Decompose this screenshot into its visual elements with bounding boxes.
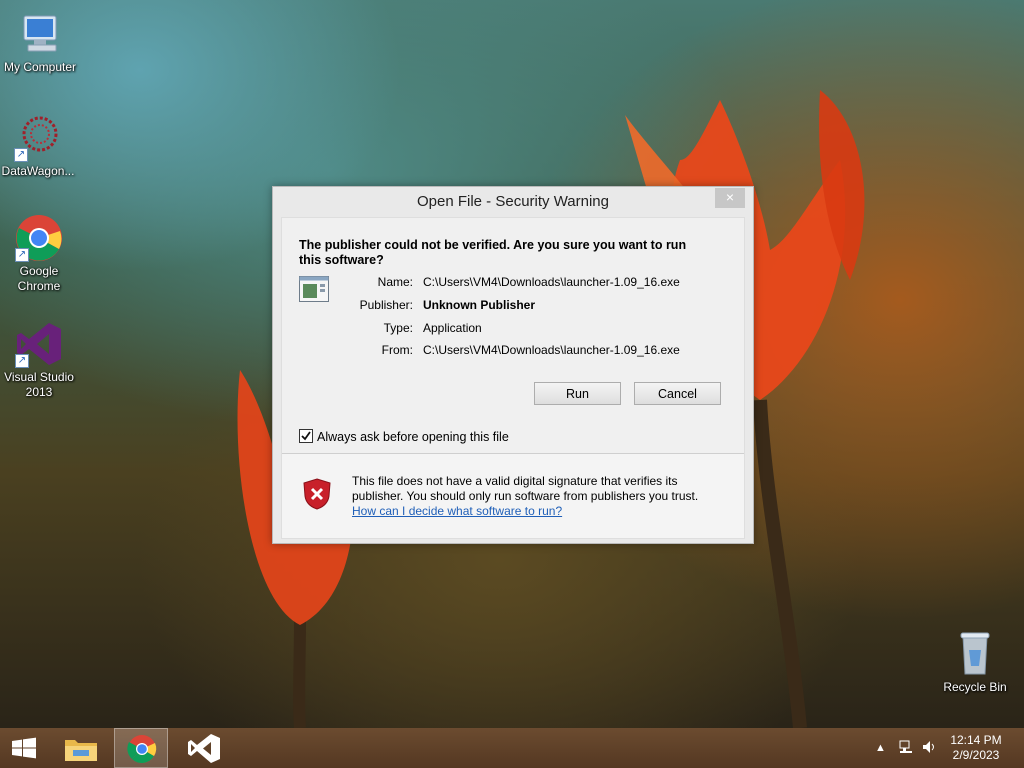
clock-date: 2/9/2023	[952, 748, 1000, 762]
security-warning-dialog: Open File - Security Warning × The publi…	[272, 186, 754, 544]
folder-icon	[65, 740, 97, 761]
desktop-icon-visual-studio[interactable]: ↗ Visual Studio 2013	[0, 320, 79, 400]
type-key: Type:	[383, 321, 413, 335]
dialog-title: Open File - Security Warning	[416, 193, 609, 210]
taskbar-file-explorer[interactable]	[58, 728, 104, 768]
run-button[interactable]: Run	[534, 382, 621, 405]
close-icon[interactable]: ×	[715, 188, 745, 208]
taskbar-visual-studio[interactable]	[180, 728, 228, 768]
network-icon[interactable]	[898, 739, 914, 758]
publisher-field-row: Publisher: Unknown Publisher	[342, 297, 722, 313]
desktop-icon-datawagon[interactable]: ↗ DataWagon...	[0, 114, 78, 179]
checkbox-box[interactable]	[299, 429, 313, 443]
desktop-icon-label: DataWagon...	[1, 164, 75, 178]
desktop-icon-label: Recycle Bin	[943, 680, 1007, 694]
type-field-row: Type: Application	[342, 320, 722, 336]
from-key: From:	[381, 343, 413, 357]
desktop-icon-my-computer[interactable]: My Computer	[0, 10, 80, 75]
taskbar-chrome[interactable]	[114, 728, 168, 768]
start-button[interactable]	[0, 728, 48, 768]
shortcut-arrow-icon: ↗	[15, 248, 29, 262]
taskbar: ▲ 12:14 PM 2/9/2023	[0, 728, 1024, 768]
clock-time: 12:14 PM	[950, 733, 1002, 747]
visual-studio-icon: ↗	[15, 320, 63, 368]
checkmark-icon	[301, 431, 311, 441]
volume-icon[interactable]	[921, 739, 937, 758]
chrome-icon	[127, 735, 157, 764]
name-key: Name:	[377, 275, 413, 289]
checkbox-label: Always ask before opening this file	[317, 430, 509, 444]
clock[interactable]: 12:14 PM 2/9/2023	[946, 733, 1006, 763]
shortcut-arrow-icon: ↗	[15, 354, 29, 368]
from-value: C:\Users\VM4\Downloads\launcher-1.09_16.…	[423, 343, 680, 357]
computer-icon	[16, 10, 64, 58]
desktop-icon-label: Google Chrome	[17, 264, 61, 293]
visual-studio-icon	[188, 734, 220, 763]
desktop-icon-recycle-bin[interactable]: Recycle Bin	[935, 630, 1015, 695]
name-value: C:\Users\VM4\Downloads\launcher-1.09_16.…	[423, 275, 680, 289]
publisher-key: Publisher:	[359, 298, 413, 312]
warning-text: This file does not have a valid digital …	[352, 474, 699, 503]
desktop-icon-label: My Computer	[3, 60, 77, 74]
warning-panel: This file does not have a valid digital …	[282, 454, 744, 538]
cancel-button[interactable]: Cancel	[634, 382, 721, 405]
from-field-row: From: C:\Users\VM4\Downloads\launcher-1.…	[342, 342, 722, 358]
recycle-bin-icon	[951, 630, 999, 678]
shield-error-icon	[303, 478, 331, 510]
windows-logo-icon	[12, 737, 36, 759]
name-field-row: Name: C:\Users\VM4\Downloads\launcher-1.…	[342, 274, 722, 290]
warning-message: This file does not have a valid digital …	[352, 474, 732, 519]
always-ask-checkbox[interactable]: Always ask before opening this file	[299, 429, 509, 445]
desktop-icon-label: Visual Studio 2013	[4, 370, 74, 399]
shortcut-arrow-icon: ↗	[14, 148, 28, 162]
publisher-value: Unknown Publisher	[423, 298, 536, 312]
application-file-icon	[299, 276, 329, 302]
type-value: Application	[423, 321, 482, 335]
dialog-body: The publisher could not be verified. Are…	[281, 217, 745, 539]
datawagon-icon: ↗	[14, 114, 62, 162]
help-link[interactable]: How can I decide what software to run?	[352, 504, 562, 518]
desktop-icon-google-chrome[interactable]: ↗ Google Chrome	[0, 214, 79, 294]
show-hidden-icons-button[interactable]: ▲	[875, 742, 886, 754]
chrome-icon: ↗	[15, 214, 63, 262]
verification-question: The publisher could not be verified. Are…	[299, 238, 687, 267]
